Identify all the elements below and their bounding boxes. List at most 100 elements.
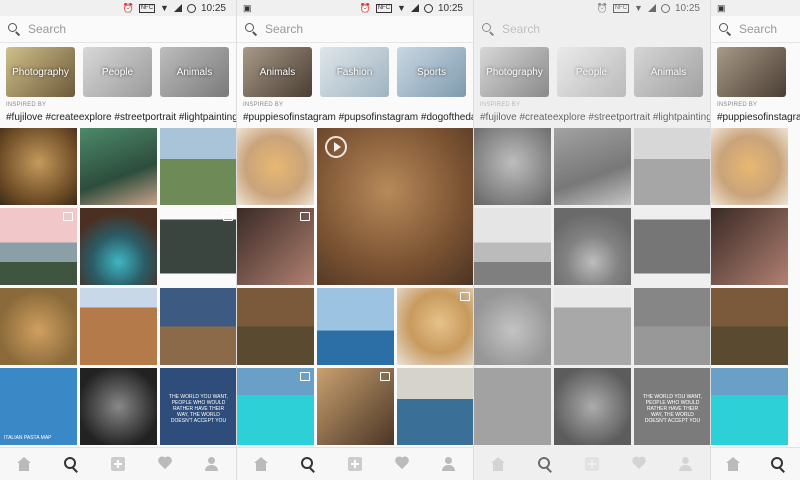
hashtag-row[interactable]: #puppiesofinstagram #pupsofinstagram #do… xyxy=(717,112,800,123)
image-icon: ▣ xyxy=(717,2,726,13)
grid-tile-wolf[interactable] xyxy=(554,368,631,445)
video-icon xyxy=(460,292,470,301)
grid-tile-selfie[interactable] xyxy=(711,208,788,285)
nfc-icon: NFC xyxy=(375,3,393,13)
search-icon[interactable] xyxy=(300,457,316,471)
search-bar[interactable]: Search xyxy=(237,16,473,43)
grid-tile-rocks[interactable] xyxy=(80,288,157,365)
grid-tile-wolf[interactable] xyxy=(80,368,157,445)
bottom-nav xyxy=(0,447,236,480)
grid-tile-gate[interactable] xyxy=(160,288,236,365)
grid-tile-selfie[interactable] xyxy=(237,208,314,285)
search-bar[interactable]: Search xyxy=(0,16,236,43)
grid-tile-pool[interactable] xyxy=(237,368,314,445)
search-icon[interactable] xyxy=(63,457,79,471)
grid-tile-tv[interactable] xyxy=(160,208,236,285)
grid-tile-lion[interactable] xyxy=(0,128,77,205)
search-icon xyxy=(482,23,494,35)
hashtag-row[interactable]: #fujilove #createexplore #streetportrait… xyxy=(6,112,236,123)
search-bar[interactable]: Search xyxy=(711,16,800,43)
grid-tile-coast[interactable] xyxy=(474,208,551,285)
add-icon[interactable] xyxy=(584,457,599,471)
hashtag-row[interactable]: #puppiesofinstagram #pupsofinstagram #do… xyxy=(243,112,473,123)
profile-icon[interactable] xyxy=(204,457,220,471)
grid-tile-phone[interactable] xyxy=(554,128,631,205)
grid-tile-golden[interactable] xyxy=(397,288,473,365)
grid-tile-bath[interactable] xyxy=(397,368,473,445)
category-animals[interactable]: Animals xyxy=(160,47,229,97)
grid-tile-field[interactable] xyxy=(634,128,710,205)
category-photography[interactable]: Photography xyxy=(6,47,75,97)
signal-icon xyxy=(173,4,182,12)
grid-tile-cubs[interactable] xyxy=(474,288,551,365)
heart-icon[interactable] xyxy=(394,457,410,471)
heart-icon[interactable] xyxy=(631,457,647,471)
grid-tile-field[interactable] xyxy=(160,128,236,205)
search-icon[interactable] xyxy=(537,457,553,471)
add-icon[interactable] xyxy=(110,457,125,471)
grid-tile-puppy[interactable] xyxy=(237,128,314,205)
grid-tile-black-dog[interactable] xyxy=(237,288,314,365)
grid-tile-cave[interactable] xyxy=(80,208,157,285)
inspired-by-label: INSPIRED BY xyxy=(717,102,758,108)
home-icon[interactable] xyxy=(16,457,32,471)
grid-tile-pool[interactable] xyxy=(711,368,788,445)
search-input[interactable]: Search xyxy=(502,22,540,36)
category-label: Animals xyxy=(259,66,296,78)
grid-tile-puppy[interactable] xyxy=(711,128,788,205)
grid-tile-gate[interactable] xyxy=(634,288,710,365)
grid-tile-cave[interactable] xyxy=(554,208,631,285)
wifi-icon: ▼ xyxy=(160,2,169,13)
add-icon[interactable] xyxy=(347,457,362,471)
battery-icon xyxy=(186,3,196,13)
explore-screen-3: ⏰ NFC ▼ 10:25 Search Photography People … xyxy=(474,0,710,480)
search-input[interactable]: Search xyxy=(265,22,303,36)
hashtag-row[interactable]: #fujilove #createexplore #streetportrait… xyxy=(480,112,710,123)
grid-tile-couch-dog[interactable] xyxy=(317,368,394,445)
category-people[interactable]: People xyxy=(83,47,152,97)
home-icon[interactable] xyxy=(725,457,741,471)
category-animals[interactable]: Animals xyxy=(634,47,703,97)
search-input[interactable]: Search xyxy=(28,22,66,36)
battery-icon xyxy=(660,3,670,13)
category-people[interactable]: People xyxy=(557,47,626,97)
category-label: Sports xyxy=(417,66,446,78)
video-icon xyxy=(300,212,310,221)
grid-tile-quote[interactable]: THE WORLD YOU WANT, PEOPLE WHO WOULD RAT… xyxy=(634,368,710,445)
grid-tile-tv[interactable] xyxy=(634,208,710,285)
profile-icon[interactable] xyxy=(678,457,694,471)
category-label: Photography xyxy=(12,66,69,78)
category-fashion[interactable]: Fashion xyxy=(320,47,389,97)
grid-tile-quote[interactable]: THE WORLD YOU WANT, PEOPLE WHO WOULD RAT… xyxy=(160,368,236,445)
search-icon xyxy=(719,23,731,35)
search-icon xyxy=(245,23,257,35)
search-icon[interactable] xyxy=(770,457,786,471)
grid-tile-cubs[interactable] xyxy=(0,288,77,365)
heart-icon[interactable] xyxy=(157,457,173,471)
category-label: Animals xyxy=(176,66,213,78)
search-input[interactable]: Search xyxy=(739,22,777,36)
search-bar[interactable]: Search xyxy=(474,16,710,43)
category-photography[interactable]: Photography xyxy=(480,47,549,97)
category-animals[interactable]: Animals xyxy=(243,47,312,97)
home-icon[interactable] xyxy=(253,457,269,471)
grid-tile-rocks[interactable] xyxy=(554,288,631,365)
status-bar: ▣ xyxy=(711,0,800,16)
profile-icon[interactable] xyxy=(441,457,457,471)
category-animals[interactable] xyxy=(717,47,786,97)
home-icon[interactable] xyxy=(490,457,506,471)
grid-tile-dog-video[interactable] xyxy=(317,128,473,285)
status-bar: ⏰ NFC ▼ 10:25 xyxy=(0,0,236,16)
clock: 10:25 xyxy=(200,2,226,14)
grid-tile-map[interactable] xyxy=(474,368,551,445)
alarm-icon: ⏰ xyxy=(596,2,608,13)
grid-tile-lion[interactable] xyxy=(474,128,551,205)
grid-tile-map[interactable]: ITALIAN PASTA MAP xyxy=(0,368,77,445)
category-sports[interactable]: Sports xyxy=(397,47,466,97)
grid-tile-eagle[interactable] xyxy=(317,288,394,365)
grid-tile-coast[interactable] xyxy=(0,208,77,285)
nfc-icon: NFC xyxy=(138,3,156,13)
play-icon[interactable] xyxy=(325,136,347,158)
grid-tile-phone[interactable] xyxy=(80,128,157,205)
grid-tile-black-dog[interactable] xyxy=(711,288,788,365)
